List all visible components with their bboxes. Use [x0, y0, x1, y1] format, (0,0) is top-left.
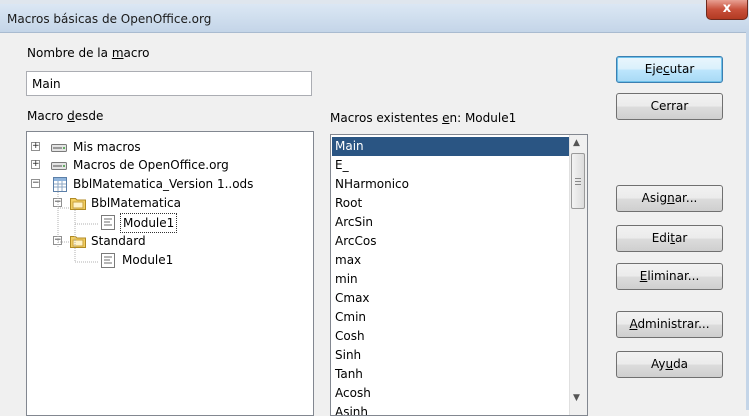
tree-item-label: Module1	[120, 213, 178, 233]
edit-button[interactable]: Editar	[616, 225, 723, 252]
assign-button[interactable]: Asignar...	[616, 185, 723, 212]
organize-button[interactable]: Administrar...	[616, 311, 723, 338]
macro-list[interactable]: Main E_ NHarmonico Root ArcSin ArcCos ma…	[330, 134, 588, 416]
window-title: Macros básicas de OpenOffice.org	[7, 12, 212, 26]
macro-item[interactable]: ArcCos	[332, 232, 571, 251]
macro-item[interactable]: min	[332, 270, 571, 289]
grip-line	[575, 178, 581, 179]
title-bar: Macros básicas de OpenOffice.org	[0, 4, 749, 33]
macro-item[interactable]: Cmax	[332, 289, 571, 308]
close-button[interactable]: Cerrar	[616, 93, 723, 120]
macro-item[interactable]: max	[332, 251, 571, 270]
macro-item[interactable]: Cosh	[332, 327, 571, 346]
macro-item[interactable]: E_	[332, 156, 571, 175]
macro-item[interactable]: NHarmonico	[332, 175, 571, 194]
macro-name-label: Nombre de la macro	[27, 46, 150, 60]
close-window-button[interactable]: x	[706, 0, 748, 20]
macro-item[interactable]: Cmin	[332, 308, 571, 327]
scroll-up-arrow-icon[interactable]: ▲	[573, 138, 580, 148]
macro-item-main[interactable]: Main	[332, 137, 571, 156]
macro-item[interactable]: Root	[332, 194, 571, 213]
macro-from-label: Macro desde	[27, 109, 104, 123]
scroll-thumb[interactable]	[571, 153, 585, 209]
tree-item-label: Module1	[122, 253, 174, 267]
macro-item[interactable]: ArcSin	[332, 213, 571, 232]
delete-button[interactable]: Eliminar...	[616, 263, 723, 290]
macro-name-input[interactable]	[26, 71, 312, 96]
run-button[interactable]: Ejecutar	[616, 56, 723, 83]
macro-item[interactable]: Acosh	[332, 384, 571, 403]
help-button[interactable]: Ayuda	[616, 351, 723, 378]
grip-line	[575, 184, 581, 185]
list-scrollbar[interactable]: ▲ ▼	[569, 135, 587, 415]
library-tree[interactable]: + Mis macros + Macros de OpenOffice.org …	[26, 131, 314, 416]
existing-macros-label: Macros existentes en: Module1	[330, 111, 517, 125]
scroll-down-arrow-icon[interactable]: ▼	[573, 393, 580, 403]
grip-line	[575, 181, 581, 182]
tree-connectors	[57, 190, 99, 263]
macro-item[interactable]: Sinh	[332, 346, 571, 365]
macro-item[interactable]: Tanh	[332, 365, 571, 384]
